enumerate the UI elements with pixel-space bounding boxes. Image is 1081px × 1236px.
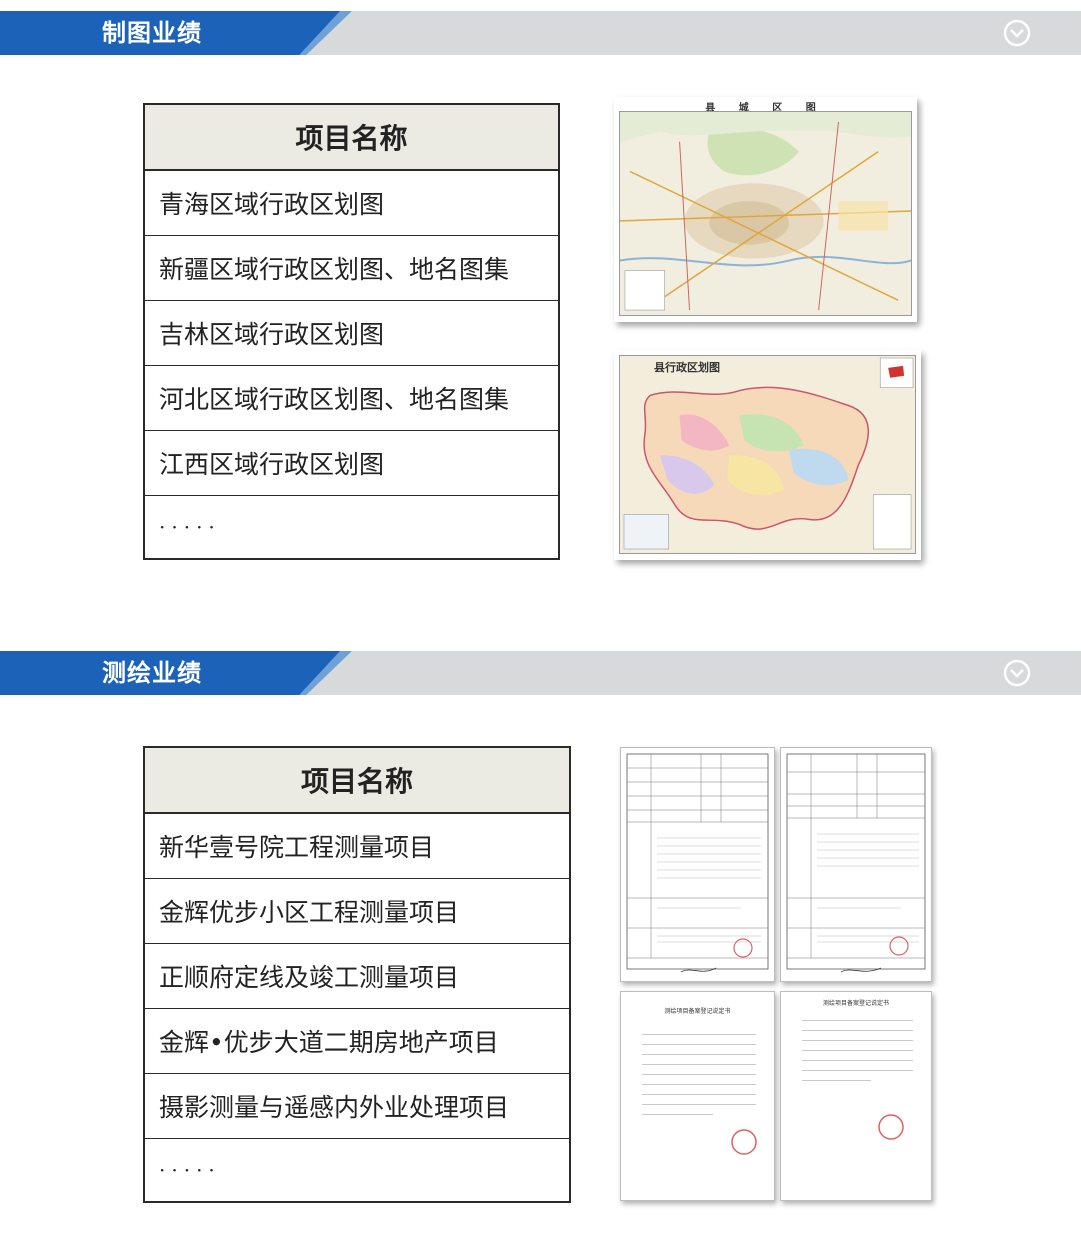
table-row: 河北区域行政区划图、地名图集 bbox=[144, 364, 559, 430]
table-row: 青海区域行政区划图 bbox=[144, 169, 559, 235]
table-row: 新华壹号院工程测量项目 bbox=[144, 812, 570, 878]
chevron-down-circle-icon[interactable] bbox=[1003, 659, 1031, 687]
official-seal-icon bbox=[878, 1114, 904, 1140]
map-graphic bbox=[620, 356, 915, 553]
county-town-map-image: 县 城 区 图 bbox=[614, 97, 917, 322]
survey-registration-form-image bbox=[780, 747, 932, 982]
table-header: 项目名称 bbox=[144, 747, 570, 814]
survey-filing-certificate-image: 测绘项目备案登记说定书 bbox=[620, 991, 775, 1201]
document-title: 测绘项目备案登记说定书 bbox=[822, 1000, 889, 1007]
table-row: 新疆区域行政区划图、地名图集 bbox=[144, 234, 559, 300]
table-header: 项目名称 bbox=[144, 104, 559, 171]
surveying-project-table: 项目名称 新华壹号院工程测量项目 金辉优步小区工程测量项目 正顺府定线及竣工测量… bbox=[143, 746, 571, 1203]
cartography-project-table: 项目名称 青海区域行政区划图 新疆区域行政区划图、地名图集 吉林区域行政区划图 … bbox=[143, 103, 560, 560]
chevron-down-circle-icon[interactable] bbox=[1003, 19, 1031, 47]
county-admin-map-image: 县行政区划图 bbox=[614, 350, 921, 560]
form-graphic bbox=[786, 753, 926, 973]
section-banner-surveying: 测绘业绩 bbox=[0, 651, 1081, 695]
map-graphic bbox=[620, 112, 911, 315]
table-row: 江西区域行政区划图 bbox=[144, 429, 559, 495]
survey-registration-form-image bbox=[620, 747, 775, 982]
table-row: 金辉优步小区工程测量项目 bbox=[144, 877, 570, 943]
official-seal-icon bbox=[731, 1129, 757, 1155]
section-title: 测绘业绩 bbox=[102, 659, 202, 687]
table-row: 摄影测量与遥感内外业处理项目 bbox=[144, 1072, 570, 1138]
table-row: 吉林区域行政区划图 bbox=[144, 299, 559, 365]
table-row: 正顺府定线及竣工测量项目 bbox=[144, 942, 570, 1008]
table-row: 金辉•优步大道二期房地产项目 bbox=[144, 1007, 570, 1073]
table-row-ellipsis: ····· bbox=[144, 494, 559, 559]
map-title: 县行政区划图 bbox=[654, 361, 720, 374]
section-banner-cartography: 制图业绩 bbox=[0, 11, 1081, 55]
section-title: 制图业绩 bbox=[102, 19, 202, 47]
document-title: 测绘项目备案登记说定书 bbox=[664, 1008, 731, 1015]
form-graphic bbox=[626, 753, 769, 973]
survey-filing-certificate-image: 测绘项目备案登记说定书 bbox=[780, 991, 932, 1201]
table-row-ellipsis: ····· bbox=[144, 1137, 570, 1202]
